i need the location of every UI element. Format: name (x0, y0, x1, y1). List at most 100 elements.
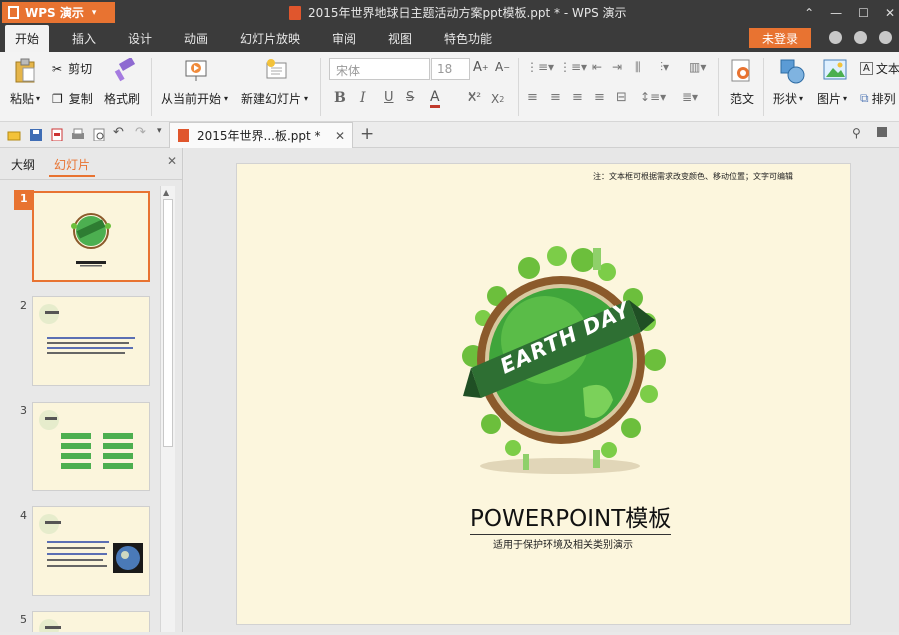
tab-slideshow[interactable]: 幻灯片放映 (240, 25, 300, 52)
restore-icon[interactable]: ⌃ (804, 6, 814, 20)
tab-view[interactable]: 视图 (388, 25, 412, 52)
window-mode-icon[interactable] (877, 127, 887, 137)
save-icon[interactable] (29, 128, 43, 141)
login-button[interactable]: 未登录 (749, 28, 811, 48)
scroll-up-icon[interactable]: ▲ (163, 188, 173, 197)
tab-outline[interactable]: 大纲 (11, 156, 35, 173)
tab-slides[interactable]: 幻灯片 (54, 156, 90, 173)
from-current-button[interactable]: 从当前开始 ▾ (161, 90, 228, 107)
current-slide[interactable]: 注：文本框可根据需求改变颜色、移动位置；文字可编辑 EARTH DAY POWE… (236, 163, 851, 625)
textbox-button[interactable]: A 文本 (860, 60, 899, 77)
font-name-select[interactable]: 宋体 (329, 58, 430, 80)
picture-button[interactable]: 图片 ▾ (817, 90, 847, 107)
document-tab[interactable]: 2015年世界...板.ppt * ✕ (169, 122, 353, 148)
redo-icon[interactable]: ↷ (135, 125, 149, 140)
slide-number: 3 (20, 404, 27, 417)
tab-insert[interactable]: 插入 (72, 25, 96, 52)
cut-button[interactable]: ✂ 剪切 (52, 60, 92, 77)
tab-home[interactable]: 开始 (5, 25, 50, 52)
pin-icon[interactable]: ⚲ (852, 126, 861, 140)
close-tab-icon[interactable]: ✕ (335, 129, 345, 143)
strikethrough-icon[interactable]: S (406, 90, 414, 105)
increase-indent-icon[interactable]: ⇥ (612, 60, 622, 74)
shrink-font-icon[interactable]: A − (495, 60, 510, 74)
paste-button[interactable]: 粘贴 ▾ (10, 90, 40, 107)
font-color-icon[interactable]: A (430, 88, 440, 108)
superscript-icon[interactable]: X² (468, 90, 481, 104)
format-painter-button[interactable]: 格式刷 (104, 90, 140, 107)
shape-icon[interactable] (779, 58, 805, 84)
template-icon[interactable] (729, 58, 753, 84)
ribbon-divider (320, 58, 321, 116)
tab-animation[interactable]: 动画 (184, 25, 208, 52)
slide-thumbnail-1[interactable] (32, 191, 150, 282)
maximize-icon[interactable]: ☐ (858, 6, 869, 20)
earth-day-illustration (462, 246, 666, 474)
thumbnail-scrollbar[interactable]: ▲ (160, 186, 175, 632)
bullets-icon[interactable]: ⋮≡▾ (526, 60, 554, 74)
cut-label: 剪切 (68, 62, 93, 76)
copy-label: 复制 (68, 92, 93, 106)
slide-note-text[interactable]: 注：文本框可根据需求改变颜色、移动位置；文字可编辑 (593, 171, 793, 182)
app-menu-button[interactable]: WPS 演示 ▾ (2, 2, 115, 23)
export-pdf-icon[interactable] (50, 128, 64, 141)
presentation-file-icon (178, 129, 189, 142)
align-text-icon[interactable]: ⫶▾ (660, 60, 669, 75)
slide-5-preview (39, 619, 61, 635)
new-slide-button[interactable]: 新建幻灯片 ▾ (241, 90, 308, 107)
tab-features[interactable]: 特色功能 (444, 25, 492, 52)
close-panel-icon[interactable]: ✕ (167, 154, 177, 168)
slide-subtitle[interactable]: 适用于保护环境及相关类别演示 (493, 536, 633, 551)
align-right-icon[interactable]: ≡ (572, 90, 583, 105)
open-folder-icon[interactable] (7, 128, 21, 141)
help-icon[interactable] (854, 31, 867, 44)
new-tab-button[interactable]: + (360, 124, 374, 144)
copy-button[interactable]: ❐ 复制 (52, 90, 93, 107)
format-painter-icon[interactable] (114, 58, 136, 82)
slide-number: 4 (20, 509, 27, 522)
tab-design[interactable]: 设计 (128, 25, 152, 52)
columns-icon[interactable]: ▥▾ (689, 60, 706, 74)
bold-icon[interactable]: B (334, 90, 346, 106)
slide-title[interactable]: POWERPOINT模板 (470, 504, 672, 535)
slides-panel: 大纲 幻灯片 ✕ 1 2 3 4 5 ▲ (0, 148, 183, 635)
undo-icon[interactable]: ↶ (113, 125, 127, 140)
text-direction-icon[interactable]: ⫼ (635, 60, 641, 75)
print-icon[interactable] (71, 128, 85, 141)
line-spacing-icon[interactable]: ↕≡▾ (640, 90, 666, 104)
textbox-label: 文本 (875, 62, 899, 76)
new-slide-icon[interactable] (264, 58, 288, 82)
font-size-select[interactable]: 18 (431, 58, 470, 80)
slide-thumbnail-3[interactable] (32, 402, 150, 491)
tab-review[interactable]: 审阅 (332, 25, 356, 52)
slide-number: 5 (20, 613, 27, 626)
decrease-indent-icon[interactable]: ⇤ (592, 60, 602, 74)
justify-icon[interactable]: ≡ (594, 90, 605, 105)
align-left-icon[interactable]: ≡ (527, 90, 538, 105)
skin-icon[interactable] (829, 31, 842, 44)
paste-icon[interactable] (14, 58, 36, 84)
paragraph-spacing-icon[interactable]: ≣▾ (682, 90, 698, 104)
numbering-icon[interactable]: ⋮≡▾ (559, 60, 587, 74)
slide-thumbnail-4[interactable] (32, 506, 150, 596)
picture-icon[interactable] (822, 58, 848, 82)
play-from-current-icon[interactable] (184, 58, 208, 82)
ribbon: 粘贴 ▾ ✂ 剪切 ❐ 复制 格式刷 从当前开始 ▾ 新建幻灯片 ▾ 宋体 18 A + A… (0, 52, 899, 122)
underline-icon[interactable]: U (384, 90, 394, 105)
distribute-icon[interactable]: ⊟ (616, 90, 627, 105)
scroll-thumb[interactable] (163, 199, 173, 447)
shirt-icon[interactable] (879, 31, 892, 44)
italic-icon[interactable]: I (360, 90, 366, 106)
arrange-button[interactable]: ⧉ 排列 (860, 90, 896, 107)
slide-thumbnail-5[interactable] (32, 611, 150, 635)
slide-thumbnail-2[interactable] (32, 296, 150, 386)
subscript-icon[interactable]: X2 (491, 92, 504, 106)
minimize-icon[interactable]: — (830, 6, 842, 20)
template-button[interactable]: 范文 (730, 90, 754, 107)
print-preview-icon[interactable] (92, 128, 106, 141)
grow-font-icon[interactable]: A + (473, 60, 489, 75)
align-center-icon[interactable]: ≡ (550, 90, 561, 105)
close-icon[interactable]: ✕ (885, 6, 895, 20)
shape-button[interactable]: 形状 ▾ (773, 90, 803, 107)
document-tab-label: 2015年世界...板.ppt * (197, 129, 321, 143)
